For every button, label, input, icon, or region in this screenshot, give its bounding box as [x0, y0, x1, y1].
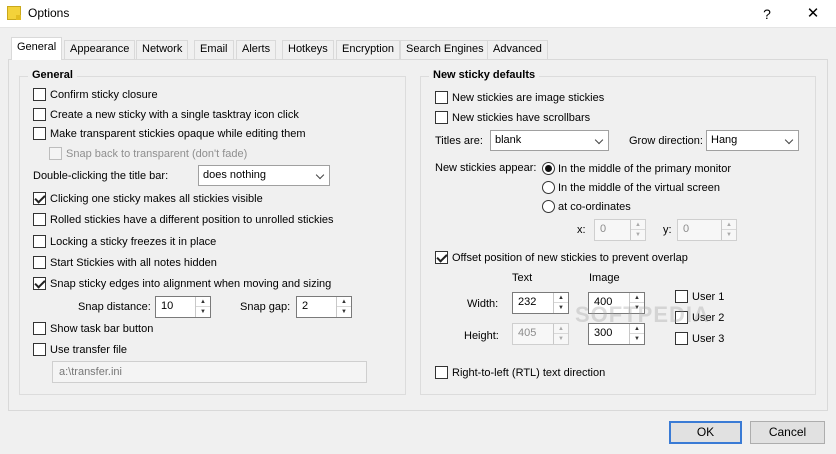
y-label: y:	[663, 224, 672, 236]
title-bar	[0, 0, 836, 28]
spin-down-icon[interactable]: ▼	[337, 307, 351, 317]
tab-email[interactable]: Email	[194, 40, 234, 59]
spin-down-icon[interactable]: ▼	[554, 334, 568, 344]
double-click-label: Double-clicking the title bar:	[33, 170, 169, 182]
image-column-header: Image	[589, 272, 620, 284]
start-hidden-checkbox[interactable]: Start Stickies with all notes hidden	[33, 256, 217, 272]
double-click-dropdown[interactable]: does nothing	[198, 165, 330, 186]
rolled-position-checkbox[interactable]: Rolled stickies have a different positio…	[33, 213, 334, 229]
tab-search-engines[interactable]: Search Engines	[400, 40, 490, 59]
chevron-down-icon	[594, 135, 604, 145]
window-title: Options	[28, 6, 70, 20]
x-label: x:	[577, 224, 586, 236]
spin-down-icon[interactable]: ▼	[196, 307, 210, 317]
taskbar-button-checkbox[interactable]: Show task bar button	[33, 322, 153, 338]
width-label: Width:	[467, 298, 499, 310]
tab-advanced[interactable]: Advanced	[487, 40, 548, 59]
grow-direction-label: Grow direction:	[629, 135, 703, 147]
user3-checkbox[interactable]: User 3	[675, 332, 724, 348]
snap-distance-label: Snap distance:	[78, 301, 151, 313]
y-spinner[interactable]: 0 ▲ ▼	[677, 219, 737, 241]
height-label: Height:	[464, 330, 499, 342]
text-height-spinner[interactable]: 405 ▲ ▼	[512, 323, 569, 345]
spin-down-icon[interactable]: ▼	[631, 230, 645, 240]
grow-direction-dropdown[interactable]: Hang	[706, 130, 799, 151]
x-spinner[interactable]: 0 ▲ ▼	[594, 219, 646, 241]
confirm-closure-checkbox[interactable]: Confirm sticky closure	[33, 88, 158, 104]
spin-down-icon[interactable]: ▼	[630, 334, 644, 344]
tab-hotkeys[interactable]: Hotkeys	[282, 40, 334, 59]
titles-label: Titles are:	[435, 135, 483, 147]
tab-general[interactable]: General	[11, 37, 63, 60]
titles-dropdown[interactable]: blank	[490, 130, 609, 151]
scrollbars-checkbox[interactable]: New stickies have scrollbars	[435, 111, 590, 127]
appear-coords-radio[interactable]: at co-ordinates	[542, 200, 631, 216]
appear-label: New stickies appear:	[435, 162, 537, 174]
locking-freezes-checkbox[interactable]: Locking a sticky freezes it in place	[33, 235, 216, 251]
general-group-title: General	[28, 69, 77, 81]
tab-alerts[interactable]: Alerts	[236, 40, 277, 59]
image-stickies-checkbox[interactable]: New stickies are image stickies	[435, 91, 604, 107]
transparent-opaque-checkbox[interactable]: Make transparent stickies opaque while e…	[33, 127, 306, 143]
text-column-header: Text	[512, 272, 533, 284]
cancel-button[interactable]: Cancel	[750, 421, 825, 444]
spin-up-icon[interactable]: ▲	[631, 220, 645, 230]
spin-up-icon[interactable]: ▲	[196, 297, 210, 307]
sticky-note-icon	[7, 6, 21, 20]
defaults-group-title: New sticky defaults	[429, 69, 540, 81]
spin-down-icon[interactable]: ▼	[722, 230, 736, 240]
offset-overlap-checkbox[interactable]: Offset position of new stickies to preve…	[435, 251, 688, 267]
use-transfer-checkbox[interactable]: Use transfer file	[33, 343, 127, 359]
snap-edges-checkbox[interactable]: Snap sticky edges into alignment when mo…	[33, 277, 331, 293]
spin-up-icon[interactable]: ▲	[722, 220, 736, 230]
chevron-down-icon	[315, 170, 325, 180]
spin-up-icon[interactable]: ▲	[554, 324, 568, 334]
snap-gap-spinner[interactable]: 2 ▲ ▼	[296, 296, 352, 318]
click-one-visible-checkbox[interactable]: Clicking one sticky makes all stickies v…	[33, 192, 263, 208]
snap-back-checkbox[interactable]: Snap back to transparent (don't fade)	[49, 147, 247, 163]
chevron-down-icon	[784, 135, 794, 145]
tab-encryption[interactable]: Encryption	[336, 40, 400, 59]
spin-up-icon[interactable]: ▲	[554, 293, 568, 303]
snap-distance-spinner[interactable]: 10 ▲ ▼	[155, 296, 211, 318]
tab-appearance[interactable]: Appearance	[64, 40, 136, 59]
transfer-path-input[interactable]: a:\transfer.ini	[52, 361, 367, 383]
spin-down-icon[interactable]: ▼	[554, 303, 568, 313]
snap-gap-label: Snap gap:	[240, 301, 291, 313]
single-click-create-checkbox[interactable]: Create a new sticky with a single tasktr…	[33, 108, 299, 124]
tab-network[interactable]: Network	[136, 40, 189, 59]
appear-virtual-radio[interactable]: In the middle of the virtual screen	[542, 181, 720, 197]
rtl-checkbox[interactable]: Right-to-left (RTL) text direction	[435, 366, 605, 382]
help-button[interactable]: ?	[744, 0, 790, 28]
close-button[interactable]: ✕	[790, 0, 836, 28]
watermark: SOFTPEDIA	[575, 302, 710, 327]
spin-up-icon[interactable]: ▲	[337, 297, 351, 307]
ok-button[interactable]: OK	[669, 421, 742, 444]
appear-primary-radio[interactable]: In the middle of the primary monitor	[542, 162, 731, 178]
text-width-spinner[interactable]: 232 ▲ ▼	[512, 292, 569, 314]
